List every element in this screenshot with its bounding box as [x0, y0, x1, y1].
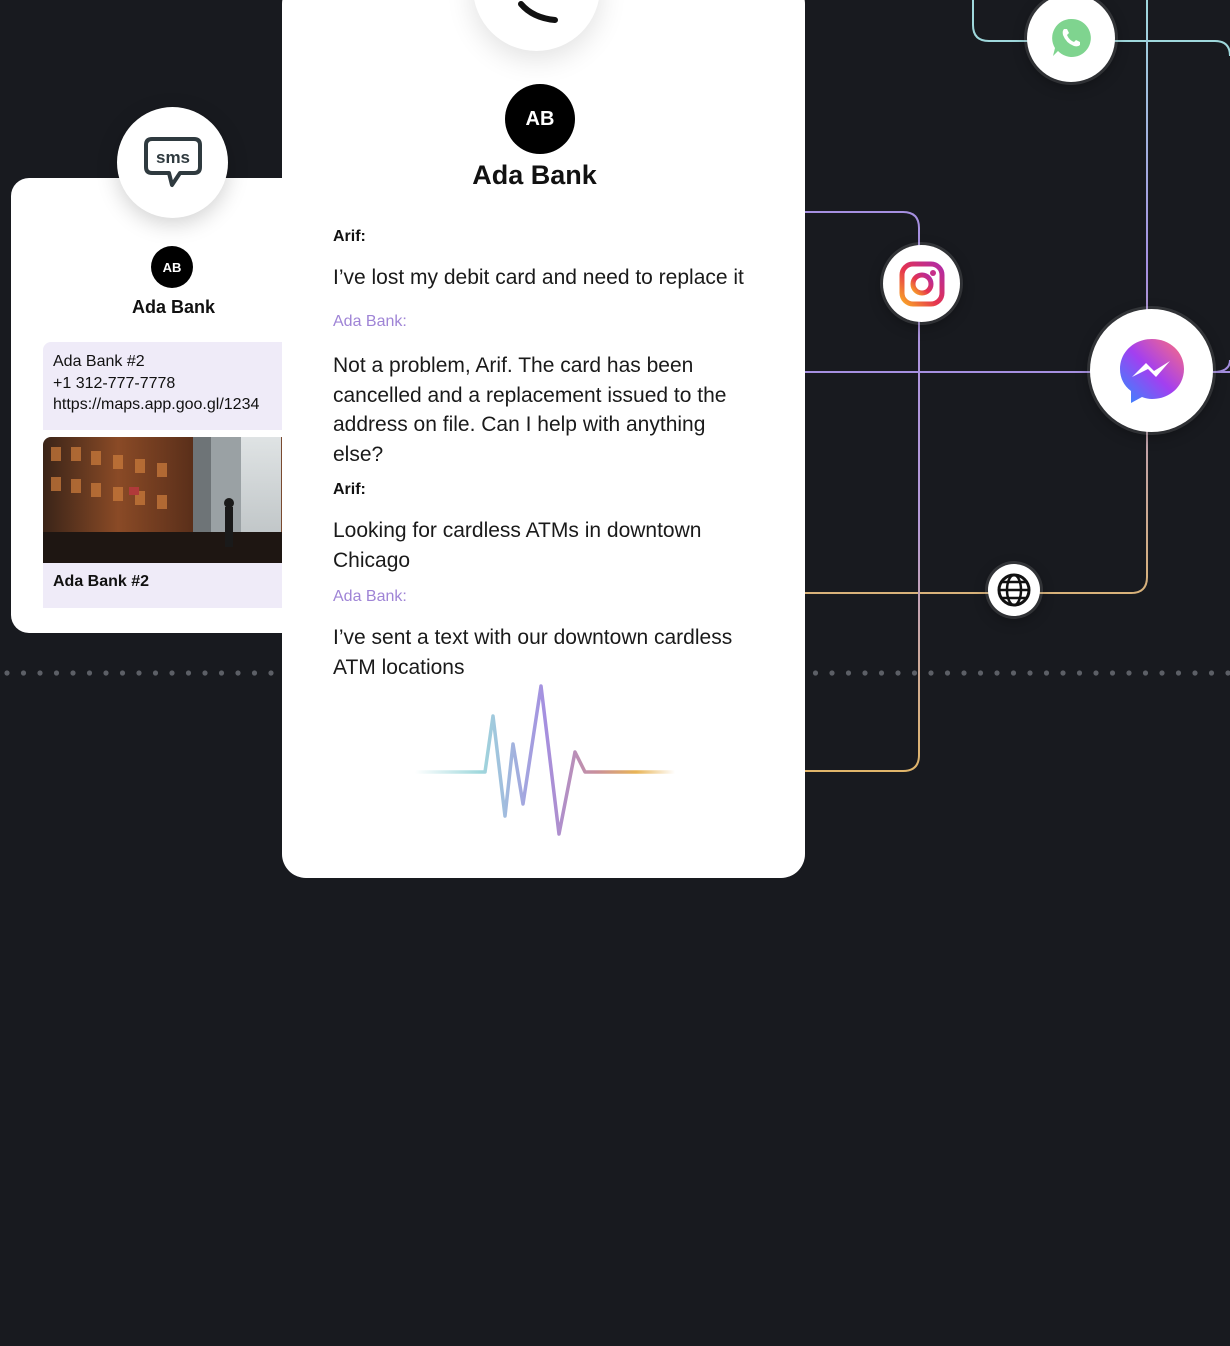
message-sender: Arif:	[333, 481, 366, 498]
sms-speech-bubble-icon: sms	[143, 136, 202, 187]
message-text: I’ve sent a text with our downtown cardl…	[333, 626, 733, 679]
voice-waveform-icon	[415, 684, 675, 836]
message-text: Looking for cardless ATMs in downtown Ch…	[333, 519, 702, 572]
message-text: I’ve lost my debit card and need to repl…	[333, 266, 744, 289]
web-channel[interactable]	[988, 564, 1040, 616]
avatar: AB	[505, 84, 575, 154]
sms-message-bubble: Ada Bank #2 +1 312-777-7778 https://maps…	[43, 342, 311, 430]
photo-caption: Ada Bank #2	[43, 563, 311, 608]
sms-icon-text: sms	[155, 148, 189, 167]
globe-icon	[997, 573, 1031, 607]
sms-line-name: Ada Bank #2	[53, 353, 145, 370]
sms-line-link[interactable]: https://maps.app.goo.gl/1234	[53, 394, 311, 416]
street-photo	[43, 437, 311, 563]
sms-line-phone[interactable]: +1 312-777-7778	[53, 373, 311, 395]
messenger-icon	[1119, 338, 1184, 403]
message-text: Not a problem, Arif. The card has been c…	[333, 354, 727, 466]
instagram-icon	[899, 261, 944, 306]
messenger-channel[interactable]	[1090, 309, 1213, 432]
instagram-channel[interactable]	[883, 245, 960, 322]
conversation-title: Ada Bank	[472, 160, 597, 190]
whatsapp-icon	[1052, 18, 1091, 57]
avatar: AB	[151, 246, 193, 288]
sms-channel-badge: sms	[117, 107, 228, 218]
message-sender: Arif:	[333, 228, 366, 245]
message-sender: Ada Bank:	[333, 588, 407, 605]
message-sender: Ada Bank:	[333, 313, 407, 330]
